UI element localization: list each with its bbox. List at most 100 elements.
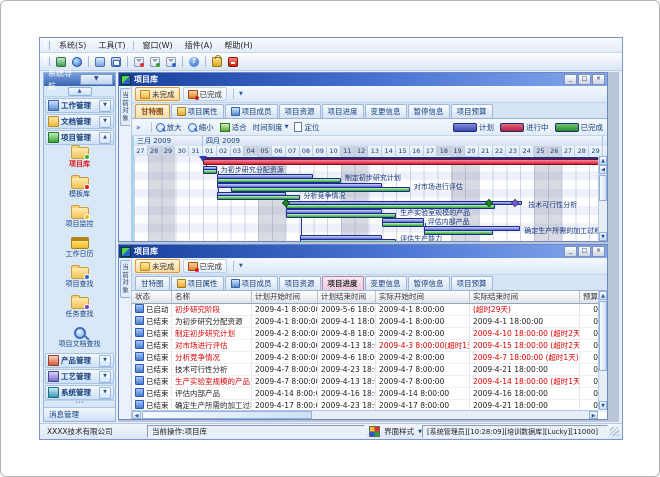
table-vertical-scrollbar[interactable]: ▲▼: [598, 291, 607, 410]
tab-gantt-7[interactable]: 项目预算: [451, 104, 493, 118]
tab-progress-0[interactable]: 甘特图: [135, 276, 170, 290]
tab-progress-7[interactable]: 项目预算: [451, 276, 493, 290]
tab-gantt-0[interactable]: 甘特图: [135, 104, 170, 118]
minimize-button[interactable]: _: [564, 246, 577, 257]
zoom-out-button[interactable]: 缩小: [188, 122, 214, 133]
sidebar-item-template-library[interactable]: 模板库: [44, 177, 115, 206]
tab-gantt-5[interactable]: 变更信息: [365, 104, 407, 118]
help-button[interactable]: [187, 55, 201, 68]
sidebar-item-project-monitor[interactable]: 项目监控: [44, 207, 115, 236]
menu-item-2[interactable]: 窗口(W): [136, 39, 178, 52]
chevron-down-icon[interactable]: ▼: [99, 387, 111, 399]
chevron-down-icon[interactable]: ▼: [99, 100, 111, 112]
column-header-4[interactable]: 实际开始时间: [376, 291, 470, 304]
scroll-up-icon[interactable]: ▲: [599, 291, 607, 300]
chevron-down-icon[interactable]: ▼: [99, 371, 111, 383]
chevron-down-icon[interactable]: ▼: [99, 355, 111, 367]
table-horizontal-scrollbar[interactable]: ◀▶: [132, 410, 598, 419]
gantt-side-tab-current-object[interactable]: 当前对象: [120, 88, 130, 126]
scroll-right-icon[interactable]: ▶: [589, 411, 598, 419]
finished-filter-button[interactable]: 已完成: [183, 87, 228, 101]
column-header-2[interactable]: 计划开始时间: [252, 291, 318, 304]
chevron-up-icon[interactable]: ▲: [99, 132, 111, 144]
table-row[interactable]: 已结束制定初步研究计划2009-4-2 8:00:002009-4-8 18:0…: [132, 328, 607, 340]
scroll-up-icon[interactable]: ▲: [599, 156, 607, 165]
interface-style-label[interactable]: 界面样式: [382, 426, 416, 438]
scroll-thumb[interactable]: [142, 411, 312, 419]
tab-progress-2[interactable]: 项目成员: [225, 276, 278, 290]
pin-icon[interactable]: ▼: [80, 74, 114, 85]
tab-progress-5[interactable]: 变更信息: [365, 276, 407, 290]
sidebar-item-project-search[interactable]: 项目查找: [44, 267, 115, 296]
table-row[interactable]: 已结束技术可行性分析2009-4-7 8:00:002009-4-23 18:0…: [132, 364, 607, 376]
column-header-1[interactable]: 名称: [172, 291, 252, 304]
overflow-chevron-icon[interactable]: ▼: [239, 263, 243, 269]
sidebar-item-message-management[interactable]: 消息管理: [44, 407, 115, 421]
folder-window-button[interactable]: [109, 55, 123, 68]
sidebar-item-project-doc-search[interactable]: 项目文档查找: [44, 327, 115, 352]
table-row[interactable]: 已结束分析竞争情况2009-4-2 8:00:002009-4-6 18:00:…: [132, 352, 607, 364]
time-scale-button[interactable]: 时间刻度▼: [253, 122, 289, 133]
progress-title-bar[interactable]: 项目库_□×: [119, 245, 607, 258]
fit-button[interactable]: 适合: [220, 122, 247, 133]
sidebar-splitter[interactable]: •••: [44, 400, 115, 407]
finished-filter-button[interactable]: 已完成: [183, 259, 228, 273]
table-row[interactable]: 已结束对市场进行评估2009-4-2 8:00:002009-4-13 18:0…: [132, 340, 607, 352]
mail-open-button[interactable]: [148, 55, 162, 68]
progress-side-tab-current-object[interactable]: 当前对象: [120, 260, 130, 298]
scroll-down-icon[interactable]: ▼: [599, 401, 607, 410]
mail-config-button[interactable]: [164, 55, 178, 68]
unfinished-filter-button[interactable]: 未完成: [135, 259, 180, 273]
tab-gantt-2[interactable]: 项目成员: [225, 104, 278, 118]
tab-gantt-3[interactable]: 项目资源: [279, 104, 321, 118]
locate-button[interactable]: 定位: [294, 122, 319, 133]
menu-item-1[interactable]: 工具(T): [92, 39, 131, 52]
lock-button[interactable]: [210, 55, 224, 68]
chevron-down-icon[interactable]: ▼: [99, 116, 111, 128]
table-row[interactable]: 已结束评估内部产品2009-4-14 8:00:002009-4-16 18:0…: [132, 388, 607, 400]
collapse-button[interactable]: ▲: [68, 87, 92, 96]
menu-item-3[interactable]: 插件(A): [179, 39, 219, 52]
overflow-chevron-icon[interactable]: ▼: [239, 91, 243, 97]
menu-item-0[interactable]: 系统(S): [53, 39, 92, 52]
column-header-3[interactable]: 计划结束时间: [318, 291, 376, 304]
sidebar-group-product-management[interactable]: 产品管理▼: [45, 353, 114, 368]
scroll-down-icon[interactable]: ▼: [599, 232, 607, 241]
mail-new-button[interactable]: [132, 55, 146, 68]
tab-progress-6[interactable]: 暂停信息: [408, 276, 450, 290]
zoom-in-button[interactable]: 放大: [156, 122, 182, 133]
scroll-thumb[interactable]: [599, 175, 607, 201]
tab-gantt-4[interactable]: 项目进度: [322, 104, 364, 118]
restore-button[interactable]: □: [578, 246, 591, 257]
resize-grip[interactable]: [610, 427, 619, 436]
scroll-thumb[interactable]: [599, 301, 607, 371]
tab-progress-4[interactable]: 项目进度: [322, 276, 364, 290]
table-row[interactable]: 已结束生产实验室规模的产品2009-4-7 8:00:002009-4-13 1…: [132, 376, 607, 388]
sidebar-group-system-management[interactable]: 系统管理▼: [45, 385, 114, 400]
exit-button[interactable]: [226, 55, 240, 68]
folder-button[interactable]: [93, 55, 107, 68]
scroll-left-icon[interactable]: ◀: [132, 411, 141, 419]
close-button[interactable]: ×: [592, 246, 605, 257]
column-header-5[interactable]: 实际结束时间: [470, 291, 580, 304]
sidebar-item-task-search[interactable]: 任务查找: [44, 297, 115, 326]
sidebar-item-work-calendar[interactable]: 工作日历: [44, 237, 115, 266]
unfinished-filter-button[interactable]: 未完成: [135, 87, 180, 101]
minimize-button[interactable]: _: [564, 74, 577, 85]
tab-gantt-1[interactable]: 项目属性: [171, 104, 224, 118]
restore-button[interactable]: □: [578, 74, 591, 85]
close-button[interactable]: ×: [592, 74, 605, 85]
sidebar-group-document-management[interactable]: 文档管理▼: [45, 114, 114, 129]
sidebar-item-project-library[interactable]: 项目库: [44, 147, 115, 176]
tab-progress-1[interactable]: 项目属性: [171, 276, 224, 290]
column-header-0[interactable]: 状态: [132, 291, 172, 304]
tab-progress-3[interactable]: 项目资源: [279, 276, 321, 290]
splitter-left-icon[interactable]: ◀: [599, 165, 607, 174]
menu-item-4[interactable]: 帮助(H): [218, 39, 258, 52]
table-row[interactable]: 已启动初步研究阶段2009-4-1 8:00:002009-5-6 18:00:…: [132, 304, 607, 316]
sidebar-group-work-management[interactable]: 工作管理▼: [45, 98, 114, 113]
table-row[interactable]: 已结束为初步研究分配资源2009-4-1 8:00:002009-4-1 18:…: [132, 316, 607, 328]
interface-style-icon[interactable]: [369, 426, 380, 437]
sidebar-group-process-management[interactable]: 工艺管理▼: [45, 369, 114, 384]
gantt-vertical-scrollbar[interactable]: ▲◀ ▼: [598, 156, 607, 241]
